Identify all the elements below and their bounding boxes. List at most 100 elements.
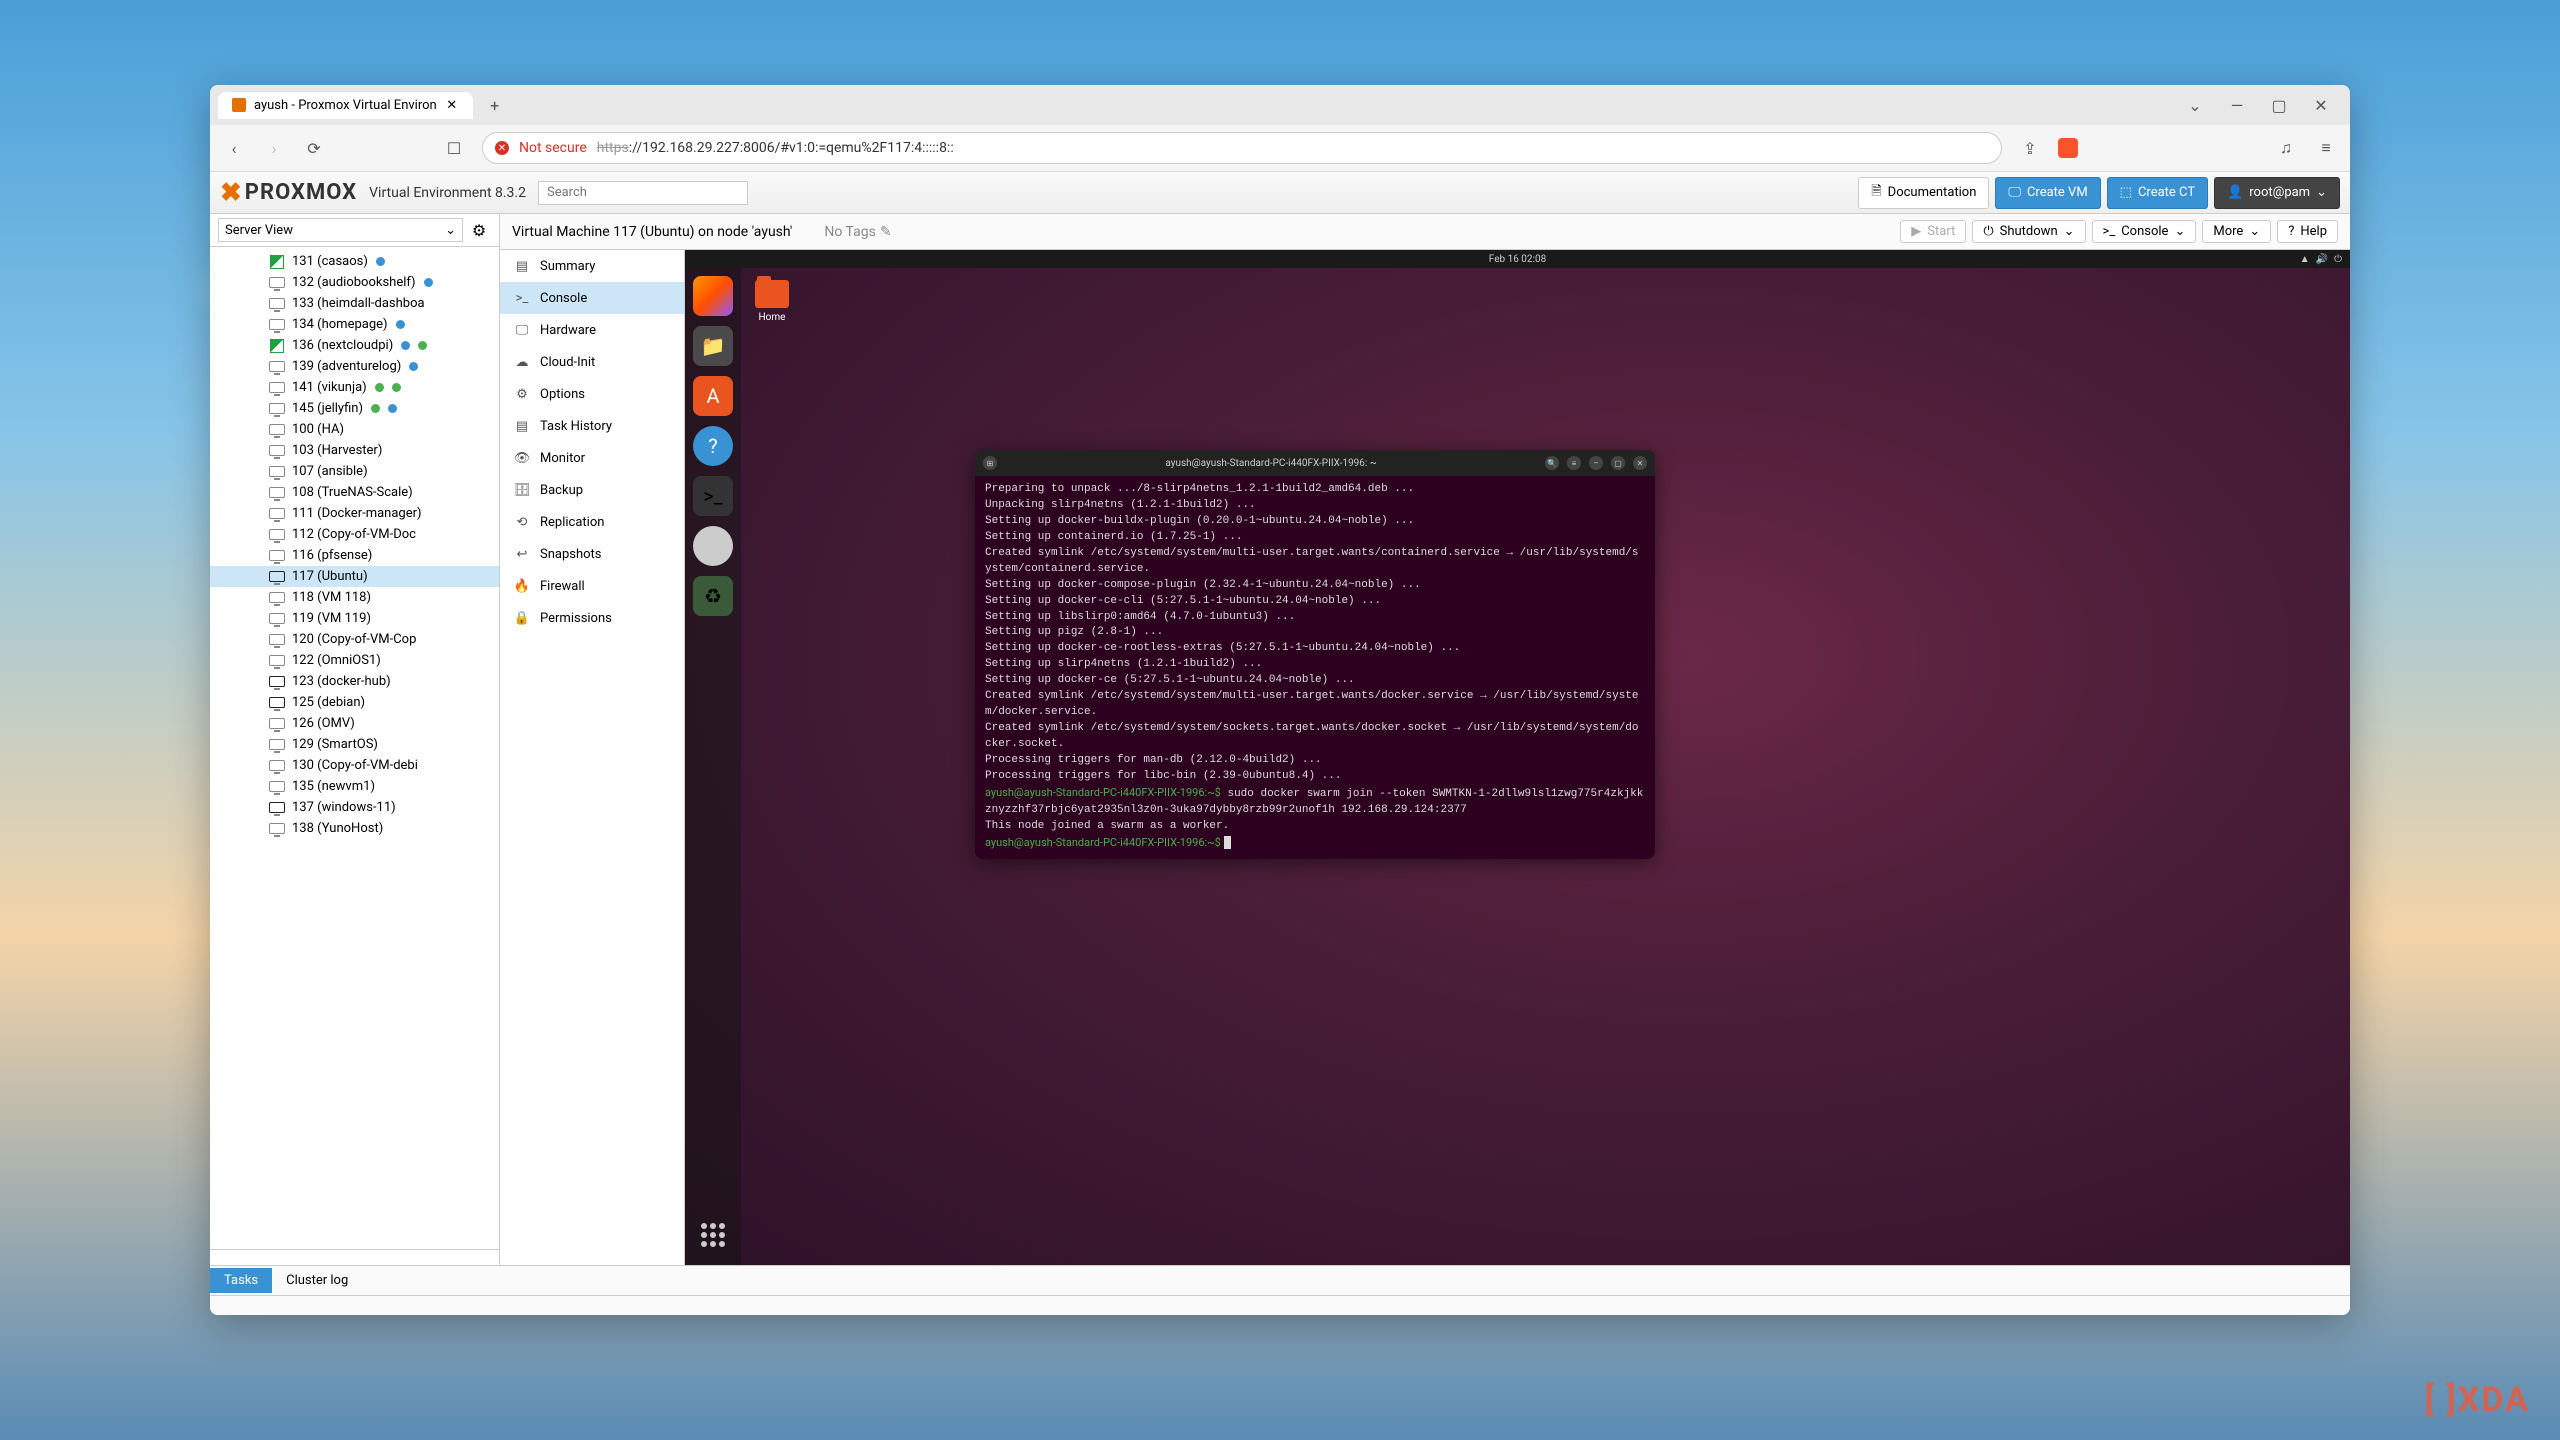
subnav-permissions[interactable]: 🔒Permissions [500,602,684,634]
tree-item-117[interactable]: 117 (Ubuntu) [210,566,499,587]
ubuntu-desktop[interactable]: Feb 16 02:08 ▲ 🔊 ⏻ 📁 A [685,250,2350,1265]
tree-item-134[interactable]: 134 (homepage) [210,314,499,335]
gnome-terminal-window[interactable]: ⊞ ayush@ayush-Standard-PC-i440FX-PIIX-19… [975,450,1655,859]
tree-item-129[interactable]: 129 (SmartOS) [210,734,499,755]
tree-item-100[interactable]: 100 (HA) [210,419,499,440]
create-ct-button[interactable]: ⬚Create CT [2107,177,2208,209]
tree-item-138[interactable]: 138 (YunoHost) [210,818,499,839]
tree-item-119[interactable]: 119 (VM 119) [210,608,499,629]
minimize-icon[interactable]: ― [2228,96,2246,114]
maximize-icon[interactable]: ▢ [1611,456,1625,470]
close-tab-icon[interactable]: ✕ [445,98,459,112]
chevron-down-icon[interactable]: ⌄ [2186,96,2204,114]
subnav-summary[interactable]: ▤Summary [500,250,684,282]
view-selector[interactable]: Server View⌄ [218,218,463,242]
subnav-firewall[interactable]: 🔥Firewall [500,570,684,602]
start-button[interactable]: ▶Start [1900,220,1966,243]
bookmark-icon[interactable]: ☐ [442,136,466,160]
vm-icon [268,591,286,605]
new-tab-button[interactable]: + [483,93,507,117]
tree-item-145[interactable]: 145 (jellyfin) [210,398,499,419]
search-icon[interactable]: 🔍 [1545,456,1559,470]
reload-icon[interactable]: ⟳ [302,136,326,160]
music-icon[interactable]: ♫ [2274,136,2298,160]
user-menu-button[interactable]: 👤root@pam⌄ [2214,177,2340,209]
tree-item-123[interactable]: 123 (docker-hub) [210,671,499,692]
console-button[interactable]: >_Console⌄ [2092,220,2197,243]
share-icon[interactable]: ⇪ [2018,136,2042,160]
cluster-log-tab[interactable]: Cluster log [272,1268,362,1293]
close-window-icon[interactable]: ✕ [2312,96,2330,114]
novnc-console[interactable]: Feb 16 02:08 ▲ 🔊 ⏻ 📁 A [685,250,2350,1265]
tree-item-141[interactable]: 141 (vikunja) [210,377,499,398]
tree-item-137[interactable]: 137 (windows-11) [210,797,499,818]
home-folder-icon[interactable]: Home [755,280,789,323]
horizontal-scrollbar[interactable] [210,1249,499,1265]
tree-item-132[interactable]: 132 (audiobookshelf) [210,272,499,293]
brave-shield-icon[interactable] [2058,138,2078,158]
subnav-monitor[interactable]: 👁Monitor [500,442,684,474]
terminal-icon[interactable]: >_ [693,476,733,516]
subnav-console[interactable]: >_Console [500,282,684,314]
hamburger-menu-icon[interactable]: ≡ [2314,136,2338,160]
tree-item-107[interactable]: 107 (ansible) [210,461,499,482]
tree-item-118[interactable]: 118 (VM 118) [210,587,499,608]
close-icon[interactable]: ✕ [1633,456,1647,470]
monitor-icon: 🖵 [2008,185,2021,200]
tree-item-111[interactable]: 111 (Docker-manager) [210,503,499,524]
clock-label: Feb 16 02:08 [1489,254,1546,265]
tree-item-116[interactable]: 116 (pfsense) [210,545,499,566]
more-button[interactable]: More⌄ [2202,220,2271,243]
shutdown-button[interactable]: ⏻Shutdown⌄ [1972,220,2085,243]
software-icon[interactable]: A [693,376,733,416]
trash-icon[interactable]: ♻ [693,576,733,616]
gnome-topbar[interactable]: Feb 16 02:08 ▲ 🔊 ⏻ [685,250,2350,268]
tree-item-135[interactable]: 135 (newvm1) [210,776,499,797]
subnav-cloud-init[interactable]: ☁Cloud-Init [500,346,684,378]
help-icon[interactable]: ? [693,426,733,466]
tree-item-139[interactable]: 139 (adventurelog) [210,356,499,377]
vm-icon [268,465,286,479]
create-vm-button[interactable]: 🖵Create VM [1995,177,2100,209]
url-input[interactable]: ✕ Not secure https://192.168.29.227:8006… [482,132,2002,164]
no-tags-label[interactable]: No Tags✎ [824,224,891,240]
new-tab-icon[interactable]: ⊞ [983,456,997,470]
search-input[interactable] [538,181,748,205]
tree-item-133[interactable]: 133 (heimdall-dashboa [210,293,499,314]
subnav-snapshots[interactable]: ↩Snapshots [500,538,684,570]
menu-icon[interactable]: ≡ [1567,456,1581,470]
help-button[interactable]: ?Help [2277,220,2338,243]
tree-item-108[interactable]: 108 (TrueNAS-Scale) [210,482,499,503]
tree-item-131[interactable]: 131 (casaos) [210,251,499,272]
browser-tab[interactable]: ayush - Proxmox Virtual Environ ✕ [218,92,473,119]
disk-icon[interactable] [693,526,733,566]
subnav-hardware[interactable]: 🖵Hardware [500,314,684,346]
subnav-replication[interactable]: ⟲Replication [500,506,684,538]
files-icon[interactable]: 📁 [693,326,733,366]
proxmox-app: ✖ PROXMOX Virtual Environment 8.3.2 🗎Doc… [210,172,2350,1315]
tree-item-126[interactable]: 126 (OMV) [210,713,499,734]
tasks-tab[interactable]: Tasks [210,1268,272,1293]
subnav-task-history[interactable]: ▤Task History [500,410,684,442]
tree-item-130[interactable]: 130 (Copy-of-VM-debi [210,755,499,776]
terminal-output[interactable]: Preparing to unpack .../8-slirp4netns_1.… [975,476,1655,859]
subnav-options[interactable]: ⚙Options [500,378,684,410]
show-apps-icon[interactable] [695,1217,731,1253]
system-tray[interactable]: ▲ 🔊 ⏻ [2300,254,2342,265]
tree-item-122[interactable]: 122 (OmniOS1) [210,650,499,671]
tree-item-125[interactable]: 125 (debian) [210,692,499,713]
maximize-icon[interactable]: ▢ [2270,96,2288,114]
sidebar-settings-icon[interactable]: ⚙ [467,218,491,242]
tree-item-103[interactable]: 103 (Harvester) [210,440,499,461]
resource-tree[interactable]: 131 (casaos)132 (audiobookshelf)133 (hei… [210,247,499,1249]
documentation-button[interactable]: 🗎Documentation [1858,177,1989,209]
back-icon[interactable]: ‹ [222,136,246,160]
tree-item-136[interactable]: 136 (nextcloudpi) [210,335,499,356]
tree-item-112[interactable]: 112 (Copy-of-VM-Doc [210,524,499,545]
subnav-backup[interactable]: 🗄Backup [500,474,684,506]
minimize-icon[interactable]: – [1589,456,1603,470]
terminal-titlebar[interactable]: ⊞ ayush@ayush-Standard-PC-i440FX-PIIX-19… [975,450,1655,476]
forward-icon[interactable]: › [262,136,286,160]
firefox-icon[interactable] [693,276,733,316]
tree-item-120[interactable]: 120 (Copy-of-VM-Cop [210,629,499,650]
